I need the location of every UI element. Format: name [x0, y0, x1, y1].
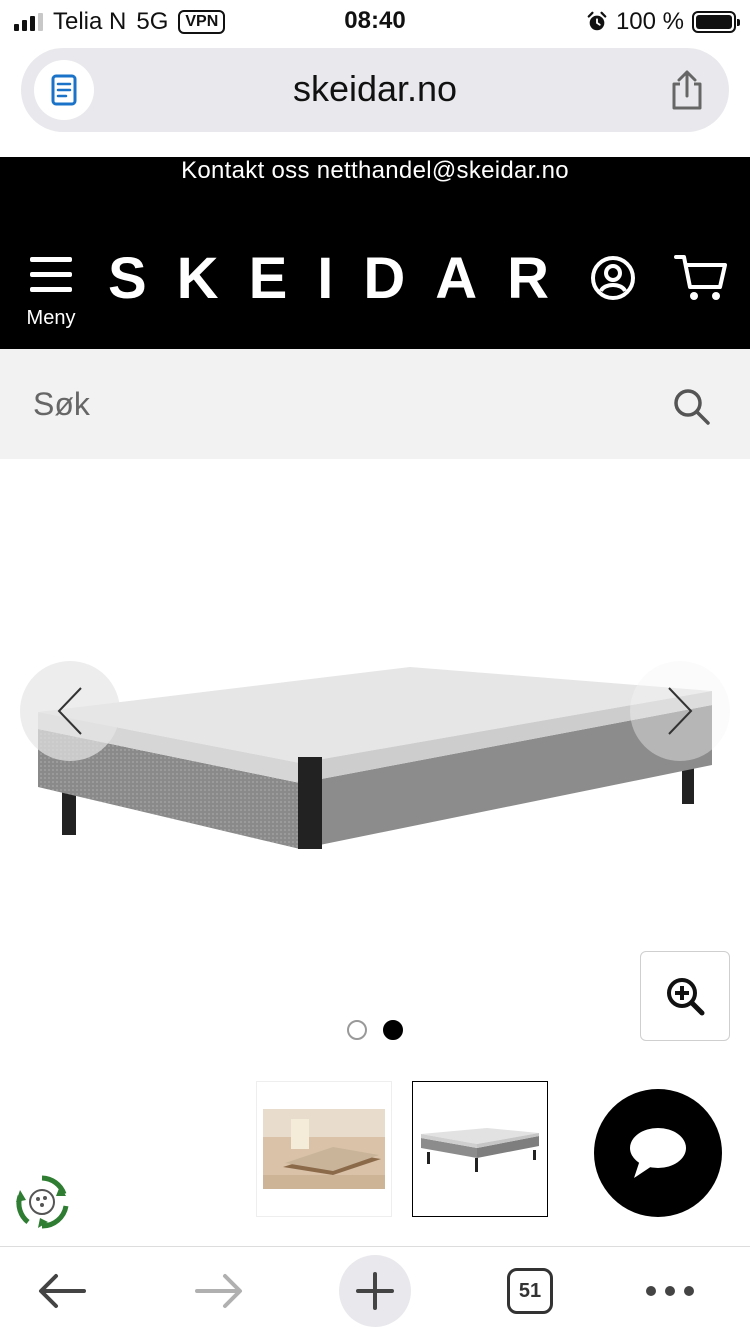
alarm-icon — [587, 11, 607, 31]
contact-link[interactable]: Kontakt oss netthandel@skeidar.no — [0, 157, 750, 185]
thumbnail-bed[interactable] — [412, 1081, 548, 1217]
chat-bubble-icon — [630, 1128, 686, 1178]
site-logo[interactable]: SKEIDAR — [108, 245, 579, 312]
shopping-cart-icon[interactable] — [674, 253, 728, 303]
user-account-icon[interactable] — [590, 255, 636, 301]
thumbnail-bedroom[interactable] — [256, 1081, 392, 1217]
carousel-dot-active[interactable] — [383, 1020, 403, 1040]
chevron-right-icon — [668, 687, 693, 735]
forward-button[interactable] — [183, 1255, 255, 1327]
arrow-left-icon — [39, 1274, 86, 1308]
share-icon[interactable] — [665, 68, 709, 112]
new-tab-button[interactable] — [339, 1255, 411, 1327]
carousel-dot[interactable] — [347, 1020, 367, 1040]
battery-icon — [692, 11, 740, 33]
url-text[interactable]: skeidar.no — [21, 68, 729, 110]
menu-button[interactable]: Meny — [20, 257, 82, 329]
status-right: 100 % — [586, 8, 740, 36]
zoom-in-icon — [667, 978, 705, 1016]
more-dots-icon — [646, 1286, 694, 1296]
search-input[interactable] — [33, 381, 633, 427]
carousel-dots — [0, 1020, 750, 1040]
arrow-right-icon — [195, 1274, 242, 1308]
site-header: Kontakt oss netthandel@skeidar.no Meny S… — [0, 157, 750, 349]
battery-percent: 100 % — [615, 8, 684, 35]
chat-button[interactable] — [594, 1089, 722, 1217]
menu-label: Meny — [26, 307, 76, 329]
address-bar[interactable]: skeidar.no — [21, 48, 729, 132]
more-menu-button[interactable] — [634, 1255, 706, 1327]
tabs-button[interactable]: 51 — [494, 1255, 566, 1327]
product-image-carousel[interactable] — [0, 459, 750, 1041]
plus-icon — [356, 1272, 394, 1310]
carousel-next-button[interactable] — [630, 661, 730, 761]
carousel-prev-button[interactable] — [20, 661, 120, 761]
back-button[interactable] — [26, 1255, 98, 1327]
tabs-count: 51 — [507, 1268, 553, 1314]
search-bar — [0, 349, 750, 459]
search-icon[interactable] — [672, 387, 712, 427]
eco-recycle-icon[interactable] — [12, 1172, 72, 1232]
browser-toolbar: 51 — [0, 1246, 750, 1334]
hamburger-icon — [30, 257, 72, 302]
status-bar: Telia N 5G VPN 08:40 100 % — [0, 0, 750, 44]
thumbnail-bedroom-image — [263, 1109, 385, 1189]
chevron-left-icon — [57, 687, 82, 735]
thumbnail-bed-image — [421, 1128, 539, 1172]
